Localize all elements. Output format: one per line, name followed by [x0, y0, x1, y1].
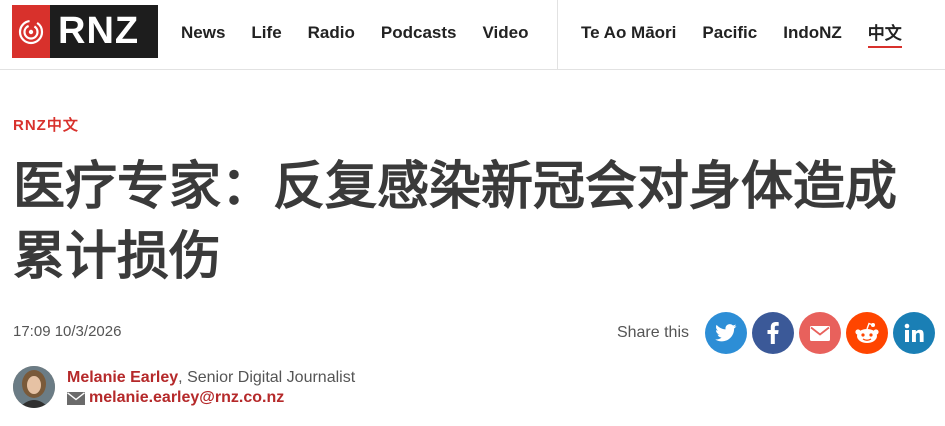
rnz-logo[interactable]: RNZ: [12, 5, 158, 58]
article-headline: 医疗专家：反复感染新冠会对身体造成累计损伤: [13, 157, 898, 287]
author-email-link[interactable]: melanie.earley@rnz.co.nz: [89, 389, 284, 407]
nav-indonz[interactable]: IndoNZ: [770, 23, 855, 43]
rnz-swirl-icon: [12, 5, 50, 58]
article-timestamp: 17:09 10/3/2026: [13, 323, 122, 340]
twitter-icon: [715, 324, 737, 342]
facebook-icon: [767, 322, 779, 344]
nav-chinese[interactable]: 中文: [867, 19, 902, 48]
nav-te-ao-maori[interactable]: Te Ao Māori: [568, 23, 689, 43]
share-reddit-button[interactable]: [846, 312, 888, 354]
nav-news[interactable]: News: [168, 23, 238, 43]
nav-podcasts[interactable]: Podcasts: [368, 23, 470, 43]
linkedin-icon: [904, 323, 924, 342]
site-header: RNZ News Life Radio Podcasts Video Te Ao…: [0, 0, 945, 70]
author-avatar[interactable]: [13, 366, 55, 408]
share-email-button[interactable]: [799, 312, 841, 354]
nav-pacific[interactable]: Pacific: [689, 23, 770, 43]
share-linkedin-button[interactable]: [893, 312, 935, 354]
envelope-icon: [67, 391, 85, 405]
share-label: Share this: [616, 324, 689, 341]
section-label[interactable]: RNZ中文: [13, 114, 79, 135]
nav-radio[interactable]: Radio: [295, 23, 368, 43]
primary-nav: News Life Radio Podcasts Video: [168, 0, 541, 66]
author-byline: Melanie Earley, Senior Digital Journalis…: [67, 369, 355, 387]
logo-wordmark: RNZ: [58, 10, 140, 52]
nav-divider: [557, 0, 558, 70]
email-icon: [810, 325, 830, 341]
nav-video[interactable]: Video: [469, 23, 541, 43]
secondary-nav: Te Ao Māori Pacific IndoNZ 中文: [568, 0, 915, 66]
author-email-row: melanie.earley@rnz.co.nz: [67, 389, 284, 407]
author-name-link[interactable]: Melanie Earley: [67, 369, 178, 386]
author-title: , Senior Digital Journalist: [178, 369, 356, 386]
share-facebook-button[interactable]: [752, 312, 794, 354]
reddit-icon: [855, 322, 879, 343]
share-bar: Share this: [617, 312, 935, 354]
share-twitter-button[interactable]: [705, 312, 747, 354]
nav-life[interactable]: Life: [238, 23, 294, 43]
